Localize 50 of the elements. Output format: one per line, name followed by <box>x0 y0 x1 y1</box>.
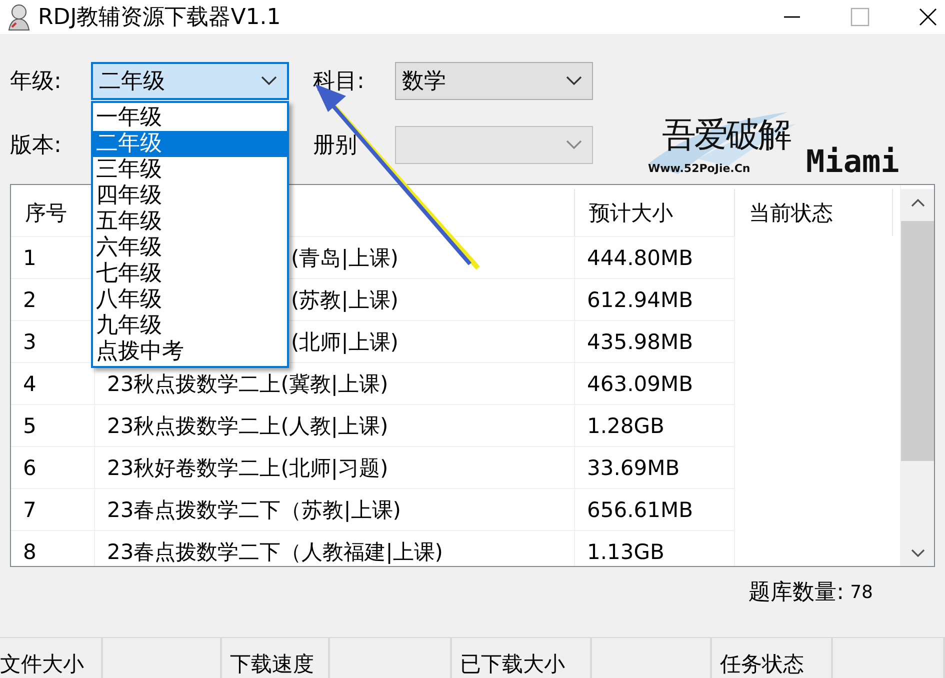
dropdown-option[interactable]: 八年级 <box>93 287 287 313</box>
logo-url: Www.52PoJie.Cn <box>648 162 750 175</box>
scroll-down-icon[interactable] <box>910 548 924 558</box>
field-label: 版本: <box>10 132 62 160</box>
dropdown-option[interactable]: 五年级 <box>93 209 287 235</box>
logo-tag: Miami <box>806 144 900 184</box>
dropdown-field[interactable]: 数学 <box>395 62 593 100</box>
close-button[interactable] <box>918 7 938 27</box>
table-cell: 6 <box>11 446 95 488</box>
status-label: 任务状态 <box>712 638 833 678</box>
dropdown-option[interactable]: 三年级 <box>93 157 287 183</box>
dropdown-option[interactable]: 六年级 <box>93 235 287 261</box>
column-header[interactable]: 当前状态 <box>735 189 893 236</box>
table-cell: 8 <box>11 530 95 566</box>
count-value: 78 <box>850 582 873 602</box>
scroll-thumb[interactable] <box>901 221 934 461</box>
status-label: 已下载大小 <box>452 638 592 678</box>
chevron-icon <box>261 76 277 86</box>
table-cell: 33.69MB <box>575 446 735 488</box>
dropdown-option[interactable]: 点拨中考 <box>93 339 287 365</box>
status-label: 下载速度 <box>222 638 330 678</box>
table-cell: 23秋点拨数学二上(人教|上课) <box>95 404 575 446</box>
window-title: RDJ教辅资源下载器V1.1 <box>38 4 281 32</box>
table-cell: 23春点拨数学二下（苏教|上课) <box>95 488 575 530</box>
chevron-icon <box>566 76 582 86</box>
table-cell: 5 <box>11 404 95 446</box>
table-cell: 656.61MB <box>575 488 735 530</box>
table-cell: 23秋好卷数学二上(北师|习题) <box>95 446 575 488</box>
table-cell: 1.13GB <box>575 530 735 566</box>
field-label: 册别 <box>313 132 358 160</box>
table-cell: 23春点拨数学二下（人教福建|上课) <box>95 530 575 566</box>
field-label: 年级: <box>10 68 62 96</box>
dropdown-option[interactable]: 二年级 <box>93 131 287 157</box>
table-cell: 7 <box>11 488 95 530</box>
table-cell: 612.94MB <box>575 278 735 320</box>
chevron-icon <box>566 140 582 150</box>
column-header[interactable]: 预计大小 <box>575 189 735 236</box>
table-cell: 1.28GB <box>575 404 735 446</box>
dropdown-field[interactable]: 二年级 <box>91 62 289 100</box>
logo-title: 吾爱破解 <box>662 114 790 157</box>
status-label: 文件大小 <box>0 638 103 678</box>
scrollbar[interactable] <box>901 189 934 566</box>
scroll-up-icon[interactable] <box>910 198 924 206</box>
table-cell: 435.98MB <box>575 320 735 362</box>
dropdown-option[interactable]: 四年级 <box>93 183 287 209</box>
app-icon <box>6 3 32 31</box>
table-cell: 463.09MB <box>575 362 735 404</box>
count-label: 题库数量: <box>748 579 844 607</box>
table-cell: 444.80MB <box>575 236 735 278</box>
dropdown-option[interactable]: 一年级 <box>93 105 287 131</box>
